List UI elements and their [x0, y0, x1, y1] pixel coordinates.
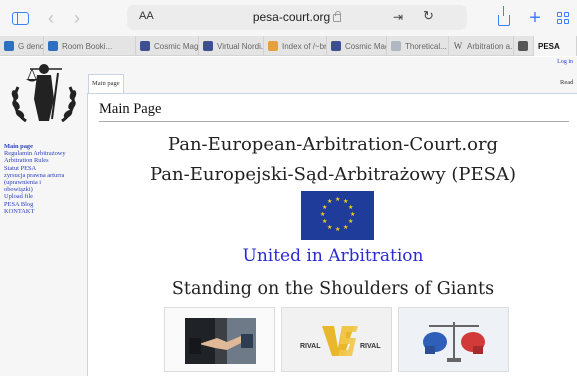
- reload-icon[interactable]: ↻: [423, 8, 434, 24]
- tab-bar: G denour Room Booki... Cosmic Mag... Vir…: [0, 36, 577, 56]
- favicon-icon: [203, 41, 213, 51]
- rival-right-label: RIVAL: [360, 343, 381, 350]
- favicon-icon: W: [453, 41, 463, 51]
- nav-item-arbitration-rules[interactable]: Arbitration Rules: [4, 157, 86, 164]
- browser-tab[interactable]: Room Booki...: [44, 36, 136, 56]
- motto-link[interactable]: United in Arbitration: [88, 246, 577, 266]
- login-link[interactable]: Log in: [557, 59, 573, 65]
- tab-label: Cosmic Mag...: [345, 41, 386, 51]
- browser-tab[interactable]: W Arbitration a...: [449, 36, 514, 56]
- tab-label: Arbitration a...: [467, 41, 514, 51]
- tagline: Standing on the Shoulders of Giants: [171, 279, 495, 299]
- forward-icon[interactable]: ›: [70, 8, 84, 28]
- lock-icon: [333, 10, 342, 22]
- tab-label: Virtual Nordi...: [217, 41, 264, 51]
- browser-tab[interactable]: Thoretical...: [387, 36, 449, 56]
- nav-item-legal-position-2[interactable]: (uprawnienia i: [4, 179, 86, 186]
- favicon-icon: [331, 41, 341, 51]
- tab-main-page[interactable]: Main page: [88, 74, 124, 94]
- browser-tab[interactable]: G denour: [0, 36, 44, 56]
- headline-english: Pan-European-Arbitration-Court.org: [167, 134, 499, 155]
- tab-label: G denour: [18, 41, 44, 51]
- justice-logo-icon: [11, 64, 77, 123]
- favicon-icon: [518, 41, 528, 51]
- share-icon[interactable]: [496, 6, 512, 27]
- handshake-image[interactable]: [164, 307, 275, 372]
- nav-item-regulamin[interactable]: Regulamin Arbitrażowy: [4, 150, 86, 157]
- title-divider: [99, 121, 569, 122]
- browser-tab-active[interactable]: PESA: [534, 36, 577, 56]
- browser-tab[interactable]: Cosmic Mag...: [136, 36, 199, 56]
- nav-item-statut[interactable]: Statut PESA: [4, 165, 86, 172]
- image-gallery: RIVAL RIVAL VS: [164, 307, 509, 372]
- tab-label: Index of /~br...: [282, 41, 327, 51]
- page-title: Main Page: [99, 101, 162, 117]
- boxing-scales-image[interactable]: [398, 307, 509, 372]
- sidebar-nav: Main page Regulamin Arbitrażowy Arbitrat…: [4, 143, 86, 215]
- rival-vs-image[interactable]: RIVAL RIVAL VS: [281, 307, 392, 372]
- url-field[interactable]: pesa-court.org: [127, 10, 467, 24]
- nav-item-upload-file[interactable]: Upload file: [4, 193, 86, 200]
- nav-item-blog[interactable]: PESA Blog: [4, 201, 86, 208]
- wiki-page: Main page Regulamin Arbitrażowy Arbitrat…: [0, 57, 577, 376]
- favicon-icon: [48, 41, 58, 51]
- browser-tab[interactable]: [514, 36, 534, 56]
- content-area: Main Page Pan-European-Arbitration-Court…: [87, 93, 577, 376]
- url-text: pesa-court.org: [252, 10, 331, 24]
- headline-polish: Pan-Europejski-Sąd-Arbitrażowy (PESA): [150, 164, 516, 185]
- browser-tab[interactable]: Virtual Nordi...: [199, 36, 264, 56]
- nav-item-legal-position[interactable]: zyrsucja prawna arturra: [4, 172, 86, 179]
- tab-label: PESA: [538, 41, 560, 51]
- tab-label: Room Booki...: [62, 41, 113, 51]
- address-bar[interactable]: AA pesa-court.org ⇥ ↻: [127, 5, 467, 30]
- nav-item-kontakt[interactable]: KONTAKT: [4, 208, 86, 215]
- tab-label: Thoretical...: [405, 41, 447, 51]
- browser-toolbar: ‹ › AA pesa-court.org ⇥ ↻ +: [0, 0, 577, 36]
- eu-flag-icon: ★ ★ ★ ★ ★ ★ ★ ★ ★ ★ ★ ★: [301, 191, 374, 240]
- favicon-icon: [391, 41, 401, 51]
- rival-left-label: RIVAL: [300, 343, 321, 350]
- tab-overview-icon[interactable]: [556, 9, 570, 27]
- favicon-icon: [4, 41, 14, 51]
- browser-tab[interactable]: Cosmic Mag...: [327, 36, 387, 56]
- extension-icon[interactable]: ⇥: [393, 10, 403, 24]
- tab-read[interactable]: Read: [560, 79, 573, 86]
- favicon-icon: [268, 41, 278, 51]
- new-tab-icon[interactable]: +: [528, 7, 542, 29]
- browser-tab[interactable]: Index of /~br...: [264, 36, 327, 56]
- sidebar-toggle-icon[interactable]: [10, 9, 30, 27]
- back-icon[interactable]: ‹: [44, 8, 58, 28]
- tab-label: Cosmic Mag...: [154, 41, 199, 51]
- nav-item-main-page[interactable]: Main page: [4, 143, 86, 150]
- nav-item-legal-position-3[interactable]: obowiązki): [4, 186, 86, 193]
- favicon-icon: [140, 41, 150, 51]
